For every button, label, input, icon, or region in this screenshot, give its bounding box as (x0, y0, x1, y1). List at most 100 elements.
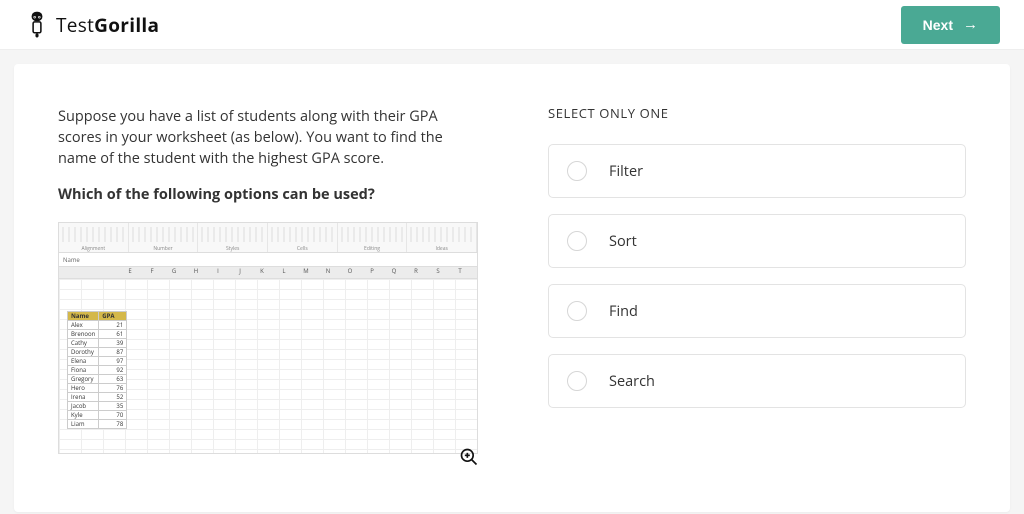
table-header-cell: GPA (99, 312, 127, 321)
student-gpa-cell: 61 (99, 330, 127, 339)
ribbon-group: Editing (338, 223, 408, 252)
question-bold: Which of the following options can be us… (58, 185, 478, 204)
table-row: Fiona92 (68, 366, 127, 375)
ribbon-group: Ideas (407, 223, 477, 252)
student-name-cell: Hero (68, 384, 99, 393)
ribbon-group-label: Ideas (407, 246, 476, 252)
column-header: N (317, 267, 339, 278)
question-card: Suppose you have a list of students alon… (14, 64, 1010, 512)
zoom-in-icon[interactable] (458, 446, 480, 468)
table-header-row: NameGPA (68, 312, 127, 321)
ribbon-group: Cells (268, 223, 338, 252)
student-gpa-cell: 78 (99, 420, 127, 429)
student-gpa-cell: 70 (99, 411, 127, 420)
brand-text: TestGorilla (56, 12, 159, 38)
table-row: Liam78 (68, 420, 127, 429)
column-header: M (295, 267, 317, 278)
column-header: I (207, 267, 229, 278)
student-gpa-cell: 63 (99, 375, 127, 384)
gorilla-icon (24, 11, 50, 39)
student-name-cell: Irena (68, 393, 99, 402)
answer-option-filter[interactable]: Filter (548, 144, 966, 198)
arrow-right-icon: → (963, 17, 978, 32)
student-gpa-cell: 52 (99, 393, 127, 402)
student-name-cell: Liam (68, 420, 99, 429)
column-header: S (427, 267, 449, 278)
table-row: Brenoon61 (68, 330, 127, 339)
column-header: G (163, 267, 185, 278)
question-column: Suppose you have a list of students alon… (58, 106, 478, 482)
ribbon-group: Number (129, 223, 199, 252)
student-table: NameGPAAlex21Brenoon61Cathy39Dorothy87El… (67, 311, 127, 429)
table-row: Hero76 (68, 384, 127, 393)
student-name-cell: Brenoon (68, 330, 99, 339)
column-header: Q (383, 267, 405, 278)
radio-icon (567, 161, 587, 181)
table-row: Dorothy87 (68, 348, 127, 357)
answer-option-search[interactable]: Search (548, 354, 966, 408)
table-row: Cathy39 (68, 339, 127, 348)
excel-screenshot: AlignmentNumberStylesCellsEditingIdeas N… (58, 222, 478, 454)
student-gpa-cell: 92 (99, 366, 127, 375)
column-header: H (185, 267, 207, 278)
column-header: P (361, 267, 383, 278)
excel-column-headers: EFGHIJKLMNOPQRST (59, 267, 477, 279)
answer-options: Filter Sort Find Search (548, 144, 966, 408)
excel-grid: NameGPAAlex21Brenoon61Cathy39Dorothy87El… (59, 279, 477, 453)
student-name-cell: Alex (68, 321, 99, 330)
student-name-cell: Jacob (68, 402, 99, 411)
excel-screenshot-wrap: AlignmentNumberStylesCellsEditingIdeas N… (58, 222, 478, 454)
column-header: T (449, 267, 471, 278)
table-row: Elena97 (68, 357, 127, 366)
radio-icon (567, 371, 587, 391)
answer-option-label: Filter (609, 162, 643, 181)
ribbon-group: Alignment (59, 223, 129, 252)
column-header: O (339, 267, 361, 278)
answer-option-label: Sort (609, 232, 637, 251)
ribbon-group: Styles (198, 223, 268, 252)
brand-logo: TestGorilla (24, 11, 159, 39)
column-header: E (119, 267, 141, 278)
answer-option-find[interactable]: Find (548, 284, 966, 338)
student-name-cell: Elena (68, 357, 99, 366)
answer-instruction: SELECT ONLY ONE (548, 104, 966, 122)
table-header-cell: Name (68, 312, 99, 321)
column-header: R (405, 267, 427, 278)
ribbon-group-label: Number (129, 246, 198, 252)
student-gpa-cell: 97 (99, 357, 127, 366)
student-gpa-cell: 39 (99, 339, 127, 348)
table-row: Gregory63 (68, 375, 127, 384)
top-bar: TestGorilla Next → (0, 0, 1024, 50)
student-name-cell: Gregory (68, 375, 99, 384)
ribbon-group-label: Styles (198, 246, 267, 252)
ribbon-group-label: Cells (268, 246, 337, 252)
table-row: Irena52 (68, 393, 127, 402)
table-row: Alex21 (68, 321, 127, 330)
ribbon-group-label: Alignment (59, 246, 128, 252)
excel-name-box: Name (59, 253, 477, 267)
column-header: J (229, 267, 251, 278)
answers-column: SELECT ONLY ONE Filter Sort Find Search (548, 106, 966, 482)
answer-option-label: Search (609, 372, 655, 391)
column-header: F (141, 267, 163, 278)
student-name-cell: Dorothy (68, 348, 99, 357)
student-name-cell: Cathy (68, 339, 99, 348)
column-header: L (273, 267, 295, 278)
next-button-label: Next (923, 17, 953, 33)
radio-icon (567, 301, 587, 321)
column-header: K (251, 267, 273, 278)
table-row: Jacob35 (68, 402, 127, 411)
table-row: Kyle70 (68, 411, 127, 420)
question-prompt: Suppose you have a list of students alon… (58, 106, 478, 169)
ribbon-group-label: Editing (338, 246, 407, 252)
student-gpa-cell: 76 (99, 384, 127, 393)
student-name-cell: Kyle (68, 411, 99, 420)
student-gpa-cell: 87 (99, 348, 127, 357)
answer-option-label: Find (609, 302, 638, 321)
answer-option-sort[interactable]: Sort (548, 214, 966, 268)
next-button[interactable]: Next → (901, 6, 1000, 44)
student-name-cell: Fiona (68, 366, 99, 375)
excel-ribbon: AlignmentNumberStylesCellsEditingIdeas (59, 223, 477, 253)
radio-icon (567, 231, 587, 251)
student-gpa-cell: 35 (99, 402, 127, 411)
